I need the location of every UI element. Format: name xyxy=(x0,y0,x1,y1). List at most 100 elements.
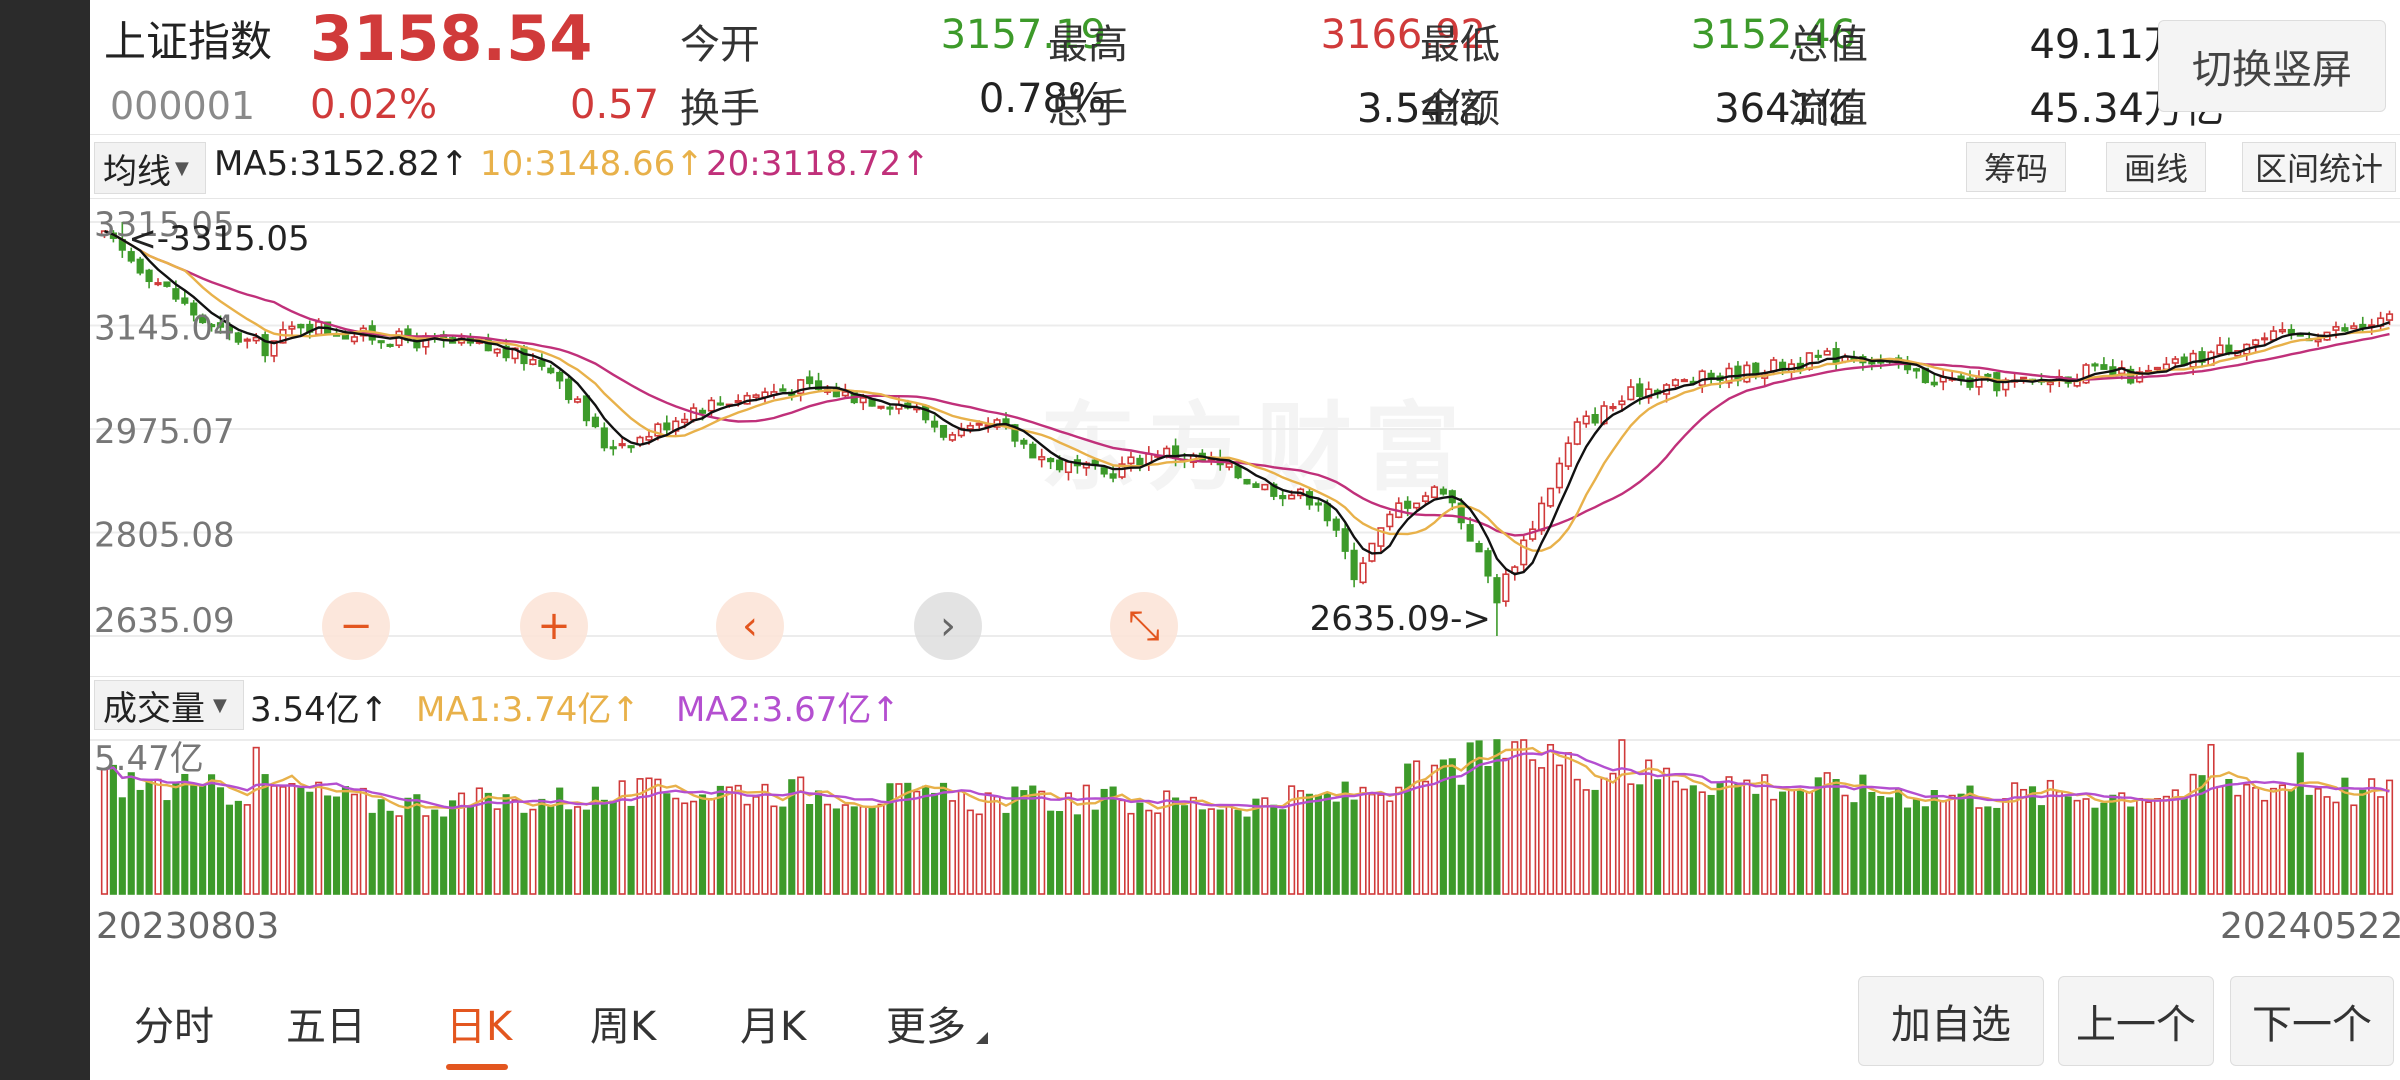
volume-bar xyxy=(484,792,492,895)
volume-bar xyxy=(2127,806,2135,895)
zoom-out-button[interactable]: − xyxy=(322,592,390,660)
volume-bar xyxy=(341,786,350,895)
volume-bar xyxy=(2261,799,2269,895)
volume-bar xyxy=(1814,777,1822,895)
candle-body xyxy=(2189,352,2197,368)
tab-more[interactable]: 更多 xyxy=(886,994,966,1052)
tab-daily-k[interactable]: 日K xyxy=(446,994,512,1052)
volume-bar xyxy=(1529,759,1537,895)
chip-distribution-button[interactable]: 筹码 xyxy=(1966,142,2066,192)
x-axis-end-date: 20240522 xyxy=(2220,906,2400,947)
more-caret-icon xyxy=(976,1032,988,1044)
tab-monthly-k[interactable]: 月K xyxy=(740,994,806,1052)
volume-bar xyxy=(136,789,144,895)
candle-body xyxy=(1805,352,1813,370)
volume-bar xyxy=(1180,805,1189,895)
zoom-in-button[interactable]: + xyxy=(520,592,588,660)
volume-bar xyxy=(2252,787,2260,895)
volume-bar xyxy=(672,797,680,895)
volume-bar xyxy=(2207,743,2215,895)
volume-bar xyxy=(109,764,117,895)
volume-bar xyxy=(1546,743,1555,895)
candle-body xyxy=(1252,483,1260,488)
volume-bar xyxy=(199,784,207,895)
tab-five-day[interactable]: 五日 xyxy=(286,994,366,1052)
volume-chart[interactable]: 5.47亿 xyxy=(90,736,2400,896)
candle-body xyxy=(261,334,269,357)
volume-bar xyxy=(1778,791,1787,895)
volume-indicator-selector[interactable]: 成交量 ▼ xyxy=(94,680,244,730)
volume-bar xyxy=(1948,794,1956,895)
volume-bar xyxy=(234,800,242,895)
candle-body xyxy=(1332,518,1340,531)
candle-body xyxy=(716,402,724,406)
candle-body xyxy=(931,420,939,428)
volume-bar xyxy=(1591,789,1599,895)
volume-bar xyxy=(2073,799,2081,895)
volume-bar xyxy=(190,782,198,895)
collapse-button[interactable]: ⤡ xyxy=(1110,592,1178,660)
switch-portrait-button[interactable]: 切换竖屏 xyxy=(2158,20,2386,112)
ma5-readout: MA5:3152.82↑ xyxy=(214,144,469,184)
candle-body xyxy=(859,397,867,404)
candlestick-chart[interactable]: 3315.053145.042975.072805.082635.09<-331… xyxy=(90,200,2400,676)
add-watchlist-button[interactable]: 加自选 xyxy=(1858,976,2044,1066)
candle-body xyxy=(1475,542,1483,553)
candle-body xyxy=(948,434,957,441)
scroll-left-button[interactable]: ‹ xyxy=(716,592,784,660)
volume-bar xyxy=(966,809,974,895)
volume-bar xyxy=(440,816,448,895)
range-stats-button[interactable]: 区间统计 xyxy=(2242,142,2396,192)
volume-bar xyxy=(1216,809,1224,895)
volume-bar xyxy=(1903,807,1912,895)
candle-body xyxy=(1466,524,1474,542)
volume-bar xyxy=(1895,789,1903,895)
tab-intraday[interactable]: 分时 xyxy=(134,994,214,1052)
volume-bar xyxy=(600,799,608,895)
volume-bar xyxy=(1573,778,1581,895)
volume-bar xyxy=(1296,790,1305,895)
volume-bar xyxy=(1671,780,1680,895)
volume-bar xyxy=(797,776,805,895)
volume-bar xyxy=(1305,793,1314,895)
candle-body xyxy=(377,340,385,344)
volume-bar xyxy=(806,803,814,895)
volume-bar xyxy=(761,783,769,895)
draw-line-button[interactable]: 画线 xyxy=(2106,142,2206,192)
volume-bar xyxy=(1404,763,1412,895)
volume-bar xyxy=(1457,784,1465,895)
volume-bar xyxy=(1850,802,1858,895)
indicator-selector[interactable]: 均线 ▼ xyxy=(94,142,206,194)
previous-button[interactable]: 上一个 xyxy=(2058,976,2214,1066)
volume-bar xyxy=(154,778,162,895)
tab-weekly-k[interactable]: 周K xyxy=(590,994,656,1052)
volume-bar xyxy=(975,813,983,895)
candle-body xyxy=(627,445,635,449)
volume-bar xyxy=(1502,757,1510,895)
next-button[interactable]: 下一个 xyxy=(2230,976,2394,1066)
volume-bar xyxy=(359,787,367,895)
volume-bar xyxy=(2269,787,2278,895)
volume-bar xyxy=(1984,806,1992,895)
candle-body xyxy=(779,388,787,392)
volume-bar xyxy=(2064,796,2072,895)
volume-bar xyxy=(297,787,305,895)
volume-bar xyxy=(698,794,707,895)
quote-label-low: 最低 xyxy=(1420,22,1500,68)
price-axis-label: 2975.07 xyxy=(94,412,235,452)
candle-body xyxy=(2020,376,2028,380)
volume-bar xyxy=(306,791,314,895)
volume-bar xyxy=(1752,793,1760,895)
volume-bar xyxy=(832,808,840,895)
candle-body xyxy=(136,258,144,274)
candle-body xyxy=(582,395,591,422)
volume-bar xyxy=(609,800,617,895)
volume-bar xyxy=(1796,789,1804,895)
indicator-selector-label: 均线 xyxy=(103,151,171,192)
min-price-marker: 2635.09-> xyxy=(1310,599,1491,639)
price-axis-label: 2805.08 xyxy=(94,516,235,556)
scroll-right-button[interactable]: › xyxy=(914,592,982,660)
volume-bar xyxy=(243,804,251,895)
volume-bar xyxy=(413,794,421,895)
volume-bar xyxy=(1832,779,1840,895)
